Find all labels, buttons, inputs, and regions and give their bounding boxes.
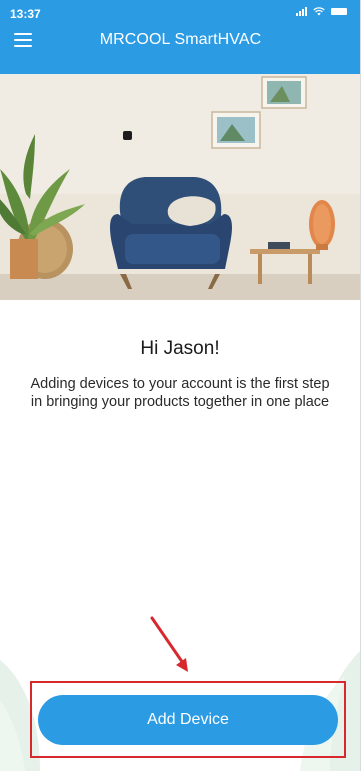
app-screen: 13:37 MRCOOL SmartHVAC Hi Jason! Adding … [0,0,361,771]
wifi-icon [313,7,325,16]
signal-icon [296,7,307,16]
app-header: 13:37 MRCOOL SmartHVAC [0,0,360,74]
battery-icon [331,8,347,15]
status-icons [296,7,347,16]
thermostat-device [123,131,132,140]
annotation-arrow [150,616,188,672]
greeting-heading: Hi Jason! [140,338,220,359]
add-device-button[interactable]: Add Device [38,695,338,745]
status-time: 13:37 [10,7,41,21]
onboarding-description: Adding devices to your account is the fi… [30,376,330,410]
app-title: MRCOOL SmartHVAC [99,31,262,48]
hero-room-image [0,74,360,300]
